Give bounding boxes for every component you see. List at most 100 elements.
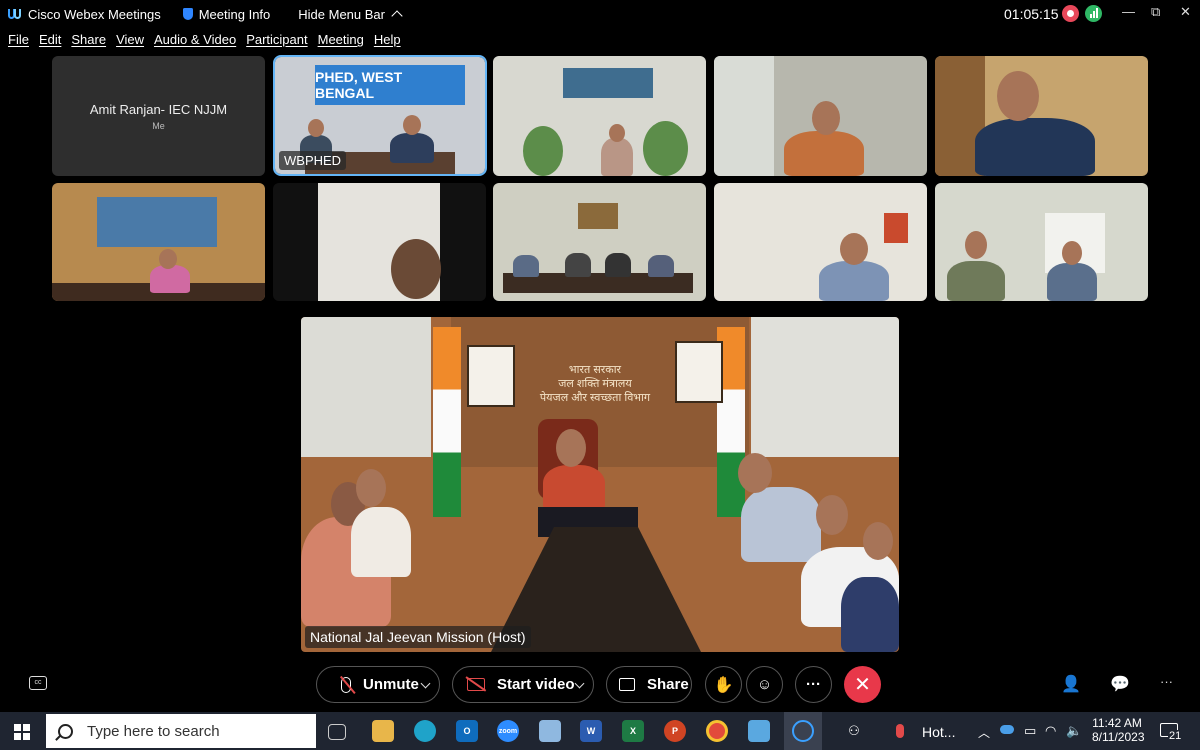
person [390,133,434,163]
taskbar-search-box[interactable]: Type here to search [46,714,316,748]
head [609,124,625,142]
participant-tile-7[interactable] [273,183,486,301]
participant-tile-9[interactable] [714,183,927,301]
chat-icon[interactable]: 💬 [1110,674,1130,694]
self-tag: Me [152,120,165,131]
menu-file[interactable]: File [8,32,29,50]
share-button[interactable]: Share [606,666,692,703]
powerpoint-icon[interactable]: P [664,720,686,742]
head [816,495,848,535]
more-options-button[interactable]: ··· [795,666,832,703]
start-video-button[interactable]: Start video [452,666,594,703]
webex-icon[interactable] [792,720,814,742]
photo-frames [578,203,618,229]
calendar [884,213,908,243]
head [159,249,177,269]
share-label: Share [647,676,689,693]
participant-tile-6[interactable] [52,183,265,301]
menu-edit[interactable]: Edit [39,32,61,50]
restore-button[interactable]: ⧉ [1151,4,1160,20]
share-icon [619,678,635,691]
edge-icon[interactable] [414,720,436,742]
panel-more-icon[interactable]: ··· [1160,674,1173,689]
weather-text[interactable]: Hot... [922,724,955,740]
person [975,118,1095,176]
network-icon[interactable]: ▭ [1024,723,1036,739]
reactions-button[interactable]: ☺ [746,666,783,703]
wall-poster [563,68,653,98]
wifi-icon[interactable]: ◠ [1045,723,1056,739]
minimize-button[interactable]: — [1122,4,1135,19]
zoom-icon[interactable]: zoom [497,720,519,742]
menu-share[interactable]: Share [71,32,106,50]
windows-start-icon[interactable] [14,724,30,740]
wbphed-banner: PHED, WEST BENGAL [315,65,465,105]
head [308,119,324,137]
raise-hand-button[interactable]: ✋ [705,666,742,703]
leave-meeting-button[interactable]: ✕ [844,666,881,703]
person [565,253,591,277]
active-speaker-video[interactable]: भारत सरकार जल शक्ति मंत्रालय पेयजल और स्… [301,317,899,652]
menu-bar: File Edit Share View Audio & Video Parti… [0,32,403,50]
person [648,255,674,277]
head [403,115,421,135]
wall-poster [97,197,217,247]
menu-help[interactable]: Help [374,32,401,50]
hand-icon: ✋ [713,676,734,694]
participant-tile-10[interactable] [935,183,1148,301]
participant-tile-5[interactable] [935,56,1148,176]
menu-participant[interactable]: Participant [246,32,307,50]
hide-menu-bar-button[interactable]: Hide Menu Bar [298,7,403,22]
close-window-button[interactable]: ✕ [1180,4,1191,20]
plant [523,126,563,176]
chevron-down-icon[interactable] [574,678,585,689]
menu-audio-video[interactable]: Audio & Video [154,32,236,50]
left-window [301,317,431,457]
menu-view[interactable]: View [116,32,144,50]
recording-icon[interactable] [1062,5,1079,22]
show-hidden-icons-chevron-icon[interactable]: ︿ [978,724,990,741]
clock[interactable]: 11:42 AM 8/11/2023 [1092,716,1145,744]
file-explorer-icon[interactable] [372,720,394,742]
person [351,507,411,577]
chrome-icon[interactable] [706,720,728,742]
network-health-icon[interactable] [1085,5,1102,22]
word-icon[interactable]: W [580,720,602,742]
webex-logo-icon [8,8,22,20]
menu-meeting[interactable]: Meeting [318,32,364,50]
host-label: National Jal Jeevan Mission (Host) [305,626,531,648]
head [812,101,840,135]
camera-off-icon [467,678,485,691]
head [556,429,586,467]
person [1047,263,1097,301]
participant-tile-3[interactable] [493,56,706,176]
person [513,255,539,277]
task-view-icon[interactable] [328,724,346,740]
chevron-down-icon[interactable] [420,678,431,689]
onedrive-icon[interactable] [1000,725,1014,734]
smiley-icon: ☺ [756,676,773,693]
person [947,261,1005,301]
outlook-icon[interactable]: O [456,720,478,742]
unmute-button[interactable]: Unmute [316,666,440,703]
microphone-muted-icon [341,676,351,693]
photos-icon[interactable] [748,720,770,742]
notepad-icon[interactable] [539,720,561,742]
unmute-label: Unmute [363,676,419,693]
participant-tile-self[interactable]: Amit Ranjan- IEC NJJM Me [52,56,265,176]
notification-count: 21 [1168,730,1183,742]
close-icon: ✕ [854,674,871,696]
head [738,453,772,493]
more-icon: ··· [806,676,821,693]
temperature-icon[interactable] [896,724,904,738]
meeting-info-button[interactable]: Meeting Info [182,7,270,22]
participant-tile-8[interactable] [493,183,706,301]
people-icon[interactable]: ⚇ [843,720,865,742]
participants-icon[interactable]: 👤 [1061,674,1081,694]
closed-captions-icon[interactable]: cc [29,676,47,690]
participant-tile-4[interactable] [714,56,927,176]
signage-line-3: पेयजल और स्वच्छता विभाग [539,392,651,404]
excel-icon[interactable]: X [622,720,644,742]
speaker-muted-icon[interactable]: 🔈 [1066,723,1082,739]
participant-tile-wbphed[interactable]: PHED, WEST BENGAL WBPHED [273,55,487,176]
